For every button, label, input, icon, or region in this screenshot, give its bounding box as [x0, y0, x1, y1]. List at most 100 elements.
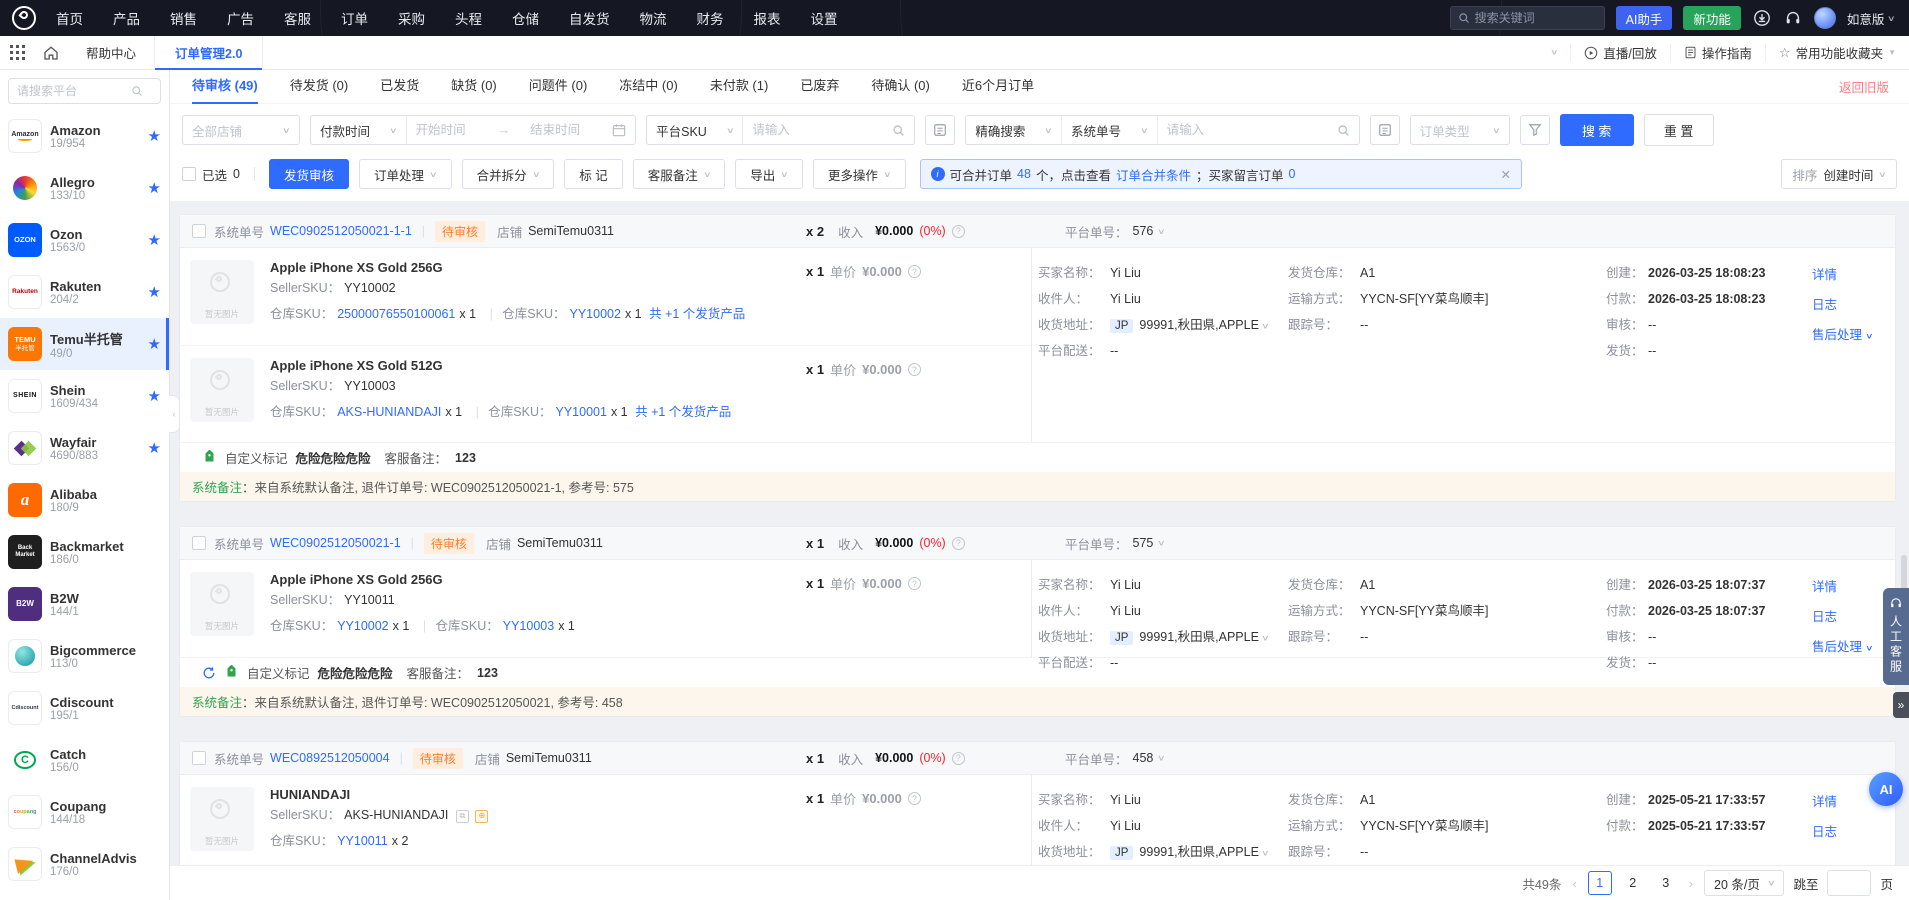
prev-page-icon[interactable]: ‹ [1570, 876, 1578, 891]
sku-search-input[interactable] [752, 123, 872, 137]
order-type-select[interactable]: 订单类型∨ [1410, 115, 1510, 145]
sidebar-item-backmarket[interactable]: BackMarket Backmarket186/0 [0, 526, 169, 578]
detail-link[interactable]: 详情 [1812, 580, 1837, 594]
order-number-link[interactable]: WEC0902512050021-1-1 [270, 224, 412, 238]
tab-list-dropdown[interactable]: ∨ [1538, 44, 1571, 62]
platform-order-no[interactable]: 平台单号： 575 ∨ [1065, 534, 1165, 553]
merge-split-button[interactable]: 合并拆分∨ [462, 159, 555, 189]
platform-order-no[interactable]: 平台单号： 458 ∨ [1065, 749, 1165, 768]
back-to-old-version-link[interactable]: 返回旧版 [1839, 77, 1889, 96]
tab-pending-confirm[interactable]: 待确认 (0) [871, 70, 930, 104]
sidebar-collapse-handle[interactable]: ‹ [169, 395, 180, 433]
question-icon[interactable]: ? [952, 752, 965, 765]
mark-button[interactable]: 标 记 [564, 159, 622, 189]
sidebar-item-shein[interactable]: SHEIN Shein1609/434 ★ [0, 370, 169, 422]
sidebar-item-rakuten[interactable]: Rakuten Rakuten204/2 ★ [0, 266, 169, 318]
warehouse-sku-link[interactable]: YY10002 [570, 307, 621, 321]
detail-link[interactable]: 详情 [1812, 795, 1837, 809]
operation-guide-link[interactable]: 操作指南 [1670, 44, 1765, 62]
order-number-link[interactable]: WEC0902512050021-1 [270, 536, 401, 550]
order-checkbox[interactable] [192, 751, 206, 765]
user-avatar[interactable] [1814, 7, 1836, 29]
end-date-input[interactable] [530, 123, 592, 137]
menu-item-purchase[interactable]: 采购 [398, 8, 425, 28]
more-actions-button[interactable]: 更多操作∨ [813, 159, 906, 189]
sidebar-item-alibaba[interactable]: a Alibaba180/9 [0, 474, 169, 526]
page-2[interactable]: 2 [1621, 871, 1645, 895]
start-date-input[interactable] [416, 123, 478, 137]
version-menu[interactable]: 如意版∨ [1847, 9, 1895, 28]
menu-item-ads[interactable]: 广告 [227, 8, 254, 28]
page-size-select[interactable]: 20 条/页∨ [1704, 870, 1784, 896]
refresh-icon[interactable] [202, 666, 216, 680]
combine-icon[interactable]: ⊕ [475, 810, 488, 823]
menu-item-reports[interactable]: 报表 [754, 8, 781, 28]
cs-note-button[interactable]: 客服备注∨ [633, 159, 726, 189]
star-icon[interactable]: ★ [148, 439, 161, 457]
warehouse-sku-link[interactable]: 25000076550100061 [337, 307, 455, 321]
sidebar-item-b2w[interactable]: B2W B2W144/1 [0, 578, 169, 630]
jump-page-input[interactable] [1827, 870, 1871, 896]
tab-frozen[interactable]: 冻结中 (0) [619, 70, 678, 104]
sidebar-item-allegro[interactable]: Allegro133/10 ★ [0, 162, 169, 214]
platform-search-input[interactable] [17, 84, 127, 98]
global-search-input[interactable] [1475, 11, 1585, 25]
star-icon[interactable]: ★ [148, 179, 161, 197]
tab-outofstock[interactable]: 缺货 (0) [451, 70, 497, 104]
order-number-link[interactable]: WEC0892512050004 [270, 751, 390, 765]
sku-type-select[interactable]: 平台SKU∨ [647, 116, 742, 144]
more-products-link[interactable]: 共 +1 个发货产品 [635, 405, 731, 419]
batch-input-button[interactable] [1370, 115, 1400, 145]
home-icon[interactable] [34, 45, 68, 61]
page-3[interactable]: 3 [1654, 871, 1678, 895]
menu-item-selfship[interactable]: 自发货 [569, 8, 610, 28]
tab-pending-audit[interactable]: 待审核 (49) [192, 70, 258, 104]
expand-panel-icon[interactable]: » [1893, 692, 1909, 718]
tab-unpaid[interactable]: 未付款 (1) [710, 70, 769, 104]
star-icon[interactable]: ★ [148, 387, 161, 405]
export-button[interactable]: 导出∨ [735, 159, 803, 189]
global-search[interactable] [1450, 6, 1605, 30]
tab-pending-ship[interactable]: 待发货 (0) [290, 70, 349, 104]
sidebar-item-wayfair[interactable]: Wayfair4690/883 ★ [0, 422, 169, 474]
menu-item-firstleg[interactable]: 头程 [455, 8, 482, 28]
star-icon[interactable]: ★ [148, 127, 161, 145]
sidebar-item-cdiscount[interactable]: Cdiscount Cdiscount195/1 [0, 682, 169, 734]
menu-item-home[interactable]: 首页 [56, 8, 83, 28]
live-replay-link[interactable]: 直播/回放 [1570, 44, 1669, 62]
question-icon[interactable]: ? [908, 792, 921, 805]
log-link[interactable]: 日志 [1812, 298, 1837, 312]
pay-time-select[interactable]: 付款时间∨ [311, 116, 406, 144]
menu-item-warehouse[interactable]: 仓储 [512, 8, 539, 28]
sidebar-item-bigcommerce[interactable]: Bigcommerce113/0 [0, 630, 169, 682]
platform-search[interactable] [8, 78, 161, 104]
merge-condition-link[interactable]: 订单合并条件 [1116, 165, 1191, 184]
exact-search-select[interactable]: 精确搜索∨ [966, 116, 1061, 144]
warehouse-sku-link[interactable]: YY10011 [337, 834, 388, 848]
sidebar-item-channeladvisor[interactable]: ChannelAdvis176/0 [0, 838, 169, 890]
apps-grid-icon[interactable] [0, 45, 34, 60]
warehouse-sku-link[interactable]: AKS-HUNIANDAJI [337, 405, 441, 419]
batch-input-button[interactable] [925, 115, 955, 145]
sidebar-item-ozon[interactable]: OZON Ozon1563/0 ★ [0, 214, 169, 266]
human-service-button[interactable]: 人工客服 [1883, 588, 1909, 685]
download-icon[interactable] [1752, 8, 1772, 28]
warehouse-sku-link[interactable]: YY10003 [503, 619, 554, 633]
warehouse-sku-link[interactable]: YY10002 [337, 619, 388, 633]
headset-icon[interactable] [1783, 8, 1803, 28]
detail-link[interactable]: 详情 [1812, 268, 1837, 282]
shop-select[interactable]: 全部店铺∨ [182, 115, 300, 145]
advanced-filter-button[interactable] [1520, 115, 1550, 145]
favorites-menu[interactable]: ☆ 常用功能收藏夹 ▼ [1765, 44, 1909, 62]
sidebar-item-catch[interactable]: C Catch156/0 [0, 734, 169, 786]
star-icon[interactable]: ★ [148, 335, 161, 353]
menu-item-sales[interactable]: 销售 [170, 8, 197, 28]
sidebar-item-coupang[interactable]: coupang Coupang144/18 [0, 786, 169, 838]
order-no-input[interactable] [1167, 123, 1317, 137]
order-no-type-select[interactable]: 系统单号∨ [1061, 116, 1157, 144]
warehouse-sku-link[interactable]: YY10001 [556, 405, 607, 419]
menu-item-service[interactable]: 客服 [284, 8, 311, 28]
tab-shipped[interactable]: 已发货 [380, 70, 419, 104]
sort-select[interactable]: 排序创建时间∨ [1781, 159, 1897, 189]
menu-item-finance[interactable]: 财务 [697, 8, 724, 28]
